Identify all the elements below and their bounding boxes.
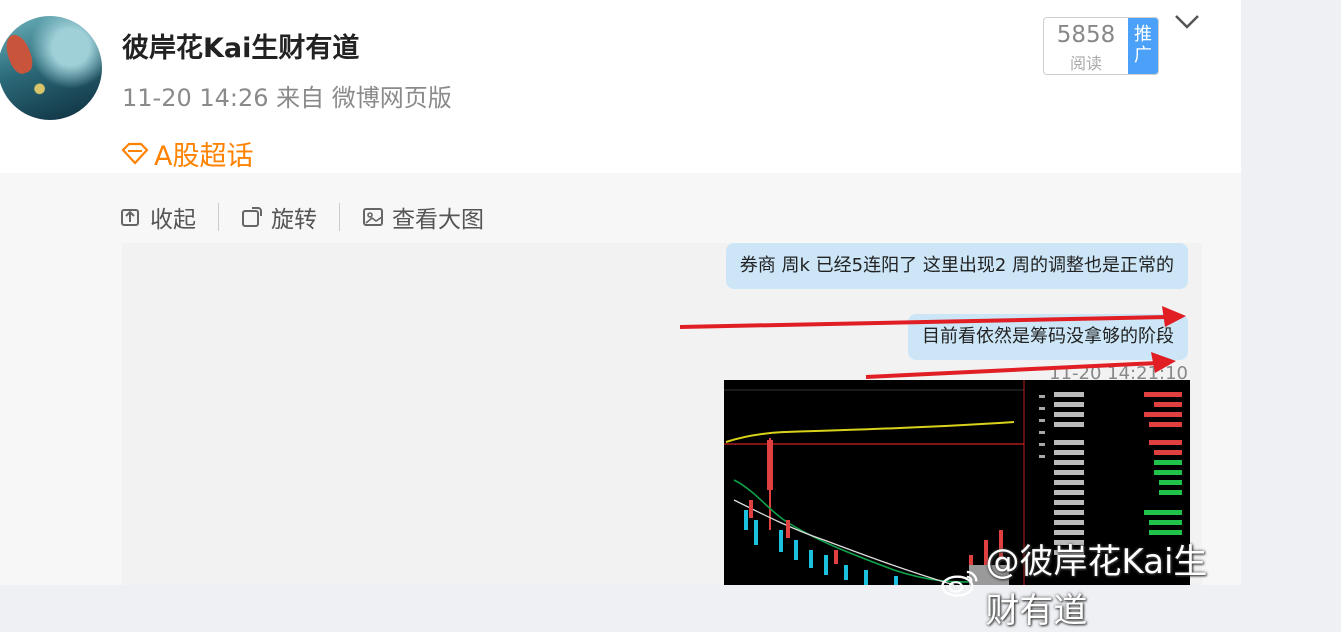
collapse-icon [121,209,139,226]
read-count: 5858 [1056,22,1116,48]
author-name[interactable]: 彼岸花Kai生财有道 [122,26,359,65]
right-pane [1241,0,1341,585]
post-source: 来自 微博网页版 [276,84,452,112]
red-arrow-annotation [679,306,1186,329]
view-large-button[interactable]: 查看大图 [362,200,484,234]
read-count-badge[interactable]: 5858 阅读 推广 [1043,17,1159,75]
watermark: @彼岸花Kai生财有道 [940,534,1241,632]
read-label: 阅读 [1069,54,1102,73]
avatar[interactable] [0,16,102,120]
topic-link[interactable]: A股超话 [120,134,253,173]
divider [218,203,219,231]
chevron-down-icon[interactable] [1174,12,1200,38]
collapse-button[interactable]: 收起 [120,200,196,234]
chat-bubble: 券商 周k 已经5连阳了 这里出现2 周的调整也是正常的 [725,243,1188,289]
image-icon [363,208,383,226]
media-toolbar: 收起 旋转 查看大图 [120,200,484,234]
promote-button[interactable]: 推广 [1128,18,1158,74]
topic-label: A股超话 [154,141,254,172]
divider [339,203,340,231]
rotate-button[interactable]: 旋转 [241,200,317,234]
weibo-post-card: 彼岸花Kai生财有道 11-20 14:26 来自 微博网页版 A股超话 585… [0,0,1241,631]
post-time[interactable]: 11-20 14:26 [122,84,269,112]
post-meta: 11-20 14:26 来自 微博网页版 [122,78,452,113]
red-arrow-annotation [865,352,1176,379]
weibo-logo-icon [941,570,978,597]
diamond-icon [121,142,149,165]
rotate-icon [242,207,262,227]
